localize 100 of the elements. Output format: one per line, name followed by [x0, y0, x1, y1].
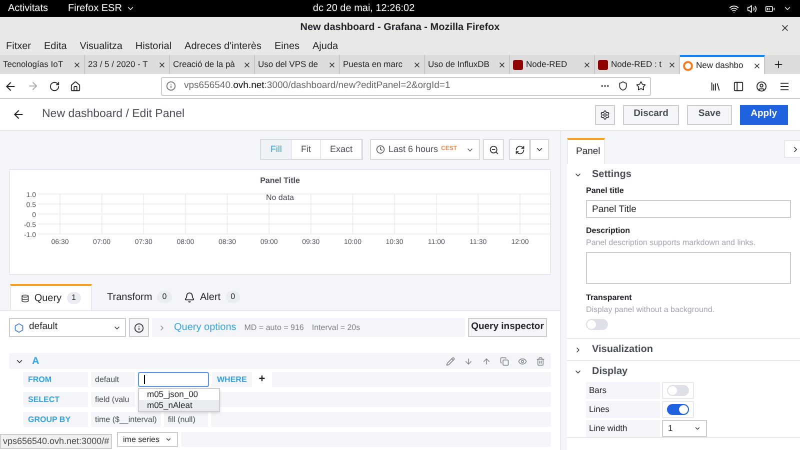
- duplicate-icon[interactable]: [500, 356, 509, 366]
- query-segment[interactable]: field (valu: [91, 392, 135, 407]
- query-segment[interactable]: fill (null): [164, 412, 208, 427]
- close-icon[interactable]: [780, 22, 790, 32]
- close-tab-icon[interactable]: [498, 60, 506, 68]
- menu-item[interactable]: Visualitza: [80, 39, 122, 54]
- close-tab-icon[interactable]: [668, 60, 676, 68]
- toggle-switch[interactable]: [586, 319, 608, 330]
- interval-text: Interval = 20s: [312, 322, 360, 334]
- menu-item[interactable]: Ajuda: [312, 39, 338, 54]
- database-icon: [21, 292, 30, 304]
- menu-icon[interactable]: [779, 80, 790, 92]
- add-condition-button[interactable]: +: [254, 371, 270, 388]
- field-label: Transparent: [586, 292, 633, 304]
- account-icon[interactable]: [756, 80, 767, 92]
- info-icon: [134, 322, 144, 332]
- close-tab-icon[interactable]: [243, 60, 251, 68]
- header-button[interactable]: Save: [687, 104, 732, 124]
- sidebar-icon[interactable]: [733, 80, 744, 92]
- option-label: Bars: [586, 382, 660, 399]
- library-icon[interactable]: [710, 80, 721, 92]
- panel-title-input[interactable]: Panel Title: [586, 200, 791, 218]
- caret-icon[interactable]: [783, 4, 792, 13]
- close-tab-icon[interactable]: [583, 60, 591, 68]
- suggestion-item[interactable]: m05_nAleat: [139, 400, 219, 411]
- refresh-button[interactable]: [509, 139, 530, 160]
- back-icon[interactable]: [4, 80, 17, 92]
- chevron-right-icon[interactable]: [158, 324, 166, 332]
- options-tab[interactable]: Panel: [567, 138, 605, 164]
- reload-icon[interactable]: [49, 80, 60, 92]
- caret-icon: [694, 425, 701, 432]
- edit-icon[interactable]: [446, 356, 455, 366]
- delete-icon[interactable]: [536, 356, 545, 366]
- description-input[interactable]: [586, 252, 791, 284]
- settings-button[interactable]: [594, 104, 615, 124]
- query-row-label: FROM: [23, 372, 88, 387]
- menu-item[interactable]: Historial: [135, 39, 172, 54]
- query-segment[interactable]: time ($__interval): [91, 412, 161, 427]
- close-tab-icon[interactable]: [753, 62, 761, 70]
- app-menu[interactable]: Firefox ESR: [68, 1, 135, 16]
- query-tab[interactable]: Alert 0: [174, 284, 256, 310]
- window-title: New dashboard - Grafana - Mozilla Firefox: [300, 21, 500, 35]
- toggle-switch[interactable]: [667, 404, 689, 415]
- section-header[interactable]: Display: [592, 364, 628, 379]
- close-tab-icon[interactable]: [73, 60, 81, 68]
- tab-favicon-icon: [513, 60, 523, 70]
- menu-item[interactable]: Eines: [274, 39, 300, 54]
- no-data-label: No data: [266, 193, 294, 202]
- url-field[interactable]: vps656540.ovh.net:3000/dashboard/new?editPanel=2&orgId=1: [161, 76, 651, 96]
- menu-item[interactable]: Fitxer: [6, 39, 31, 54]
- query-inspector-button[interactable]: Query inspector: [468, 318, 547, 337]
- section-header[interactable]: Settings: [592, 167, 632, 182]
- close-tab-icon[interactable]: [413, 60, 421, 68]
- section-header[interactable]: Visualization: [592, 342, 653, 357]
- move-down-icon[interactable]: [464, 356, 473, 366]
- size-mode-button[interactable]: Fit: [292, 140, 321, 159]
- caret-icon: [535, 145, 544, 154]
- close-tab-icon[interactable]: [158, 60, 166, 68]
- size-mode-button[interactable]: Exact: [320, 140, 362, 159]
- where-keyword: WHERE: [212, 372, 252, 387]
- bookmark-star-icon[interactable]: [636, 81, 646, 91]
- volume-icon[interactable]: [747, 4, 757, 14]
- settings-icon: [600, 110, 610, 120]
- battery-icon[interactable]: [765, 4, 775, 14]
- query-tab[interactable]: Query 1: [10, 284, 92, 310]
- query-row-label: GROUP BY: [23, 412, 88, 427]
- zoom-out-icon: [488, 144, 498, 154]
- activities-button[interactable]: Activitats: [8, 1, 48, 16]
- new-tab-icon[interactable]: [773, 59, 784, 70]
- caret-icon: [165, 436, 172, 443]
- eye-icon[interactable]: [518, 356, 527, 366]
- line-width-select[interactable]: 1: [662, 420, 707, 437]
- zoom-out-button[interactable]: [483, 139, 504, 160]
- tab-favicon-icon: [683, 60, 693, 70]
- field-label: Panel title: [586, 185, 625, 197]
- header-button[interactable]: Discard: [622, 104, 680, 124]
- tab-favicon-icon: [598, 60, 608, 70]
- browser-tab[interactable]: New dashbo: [680, 55, 765, 74]
- clock[interactable]: dc 20 de mai, 12:26:02: [312, 1, 415, 16]
- wifi-icon[interactable]: [729, 4, 739, 14]
- max-data-points: MD = auto = 916: [244, 322, 304, 334]
- refresh-icon: [514, 144, 524, 154]
- option-label: Lines: [586, 401, 660, 418]
- datasource-icon: [14, 322, 24, 332]
- menu-item[interactable]: Edita: [44, 39, 67, 54]
- format-select[interactable]: ime series: [117, 432, 178, 447]
- home-icon[interactable]: [70, 80, 81, 92]
- move-up-icon[interactable]: [482, 356, 491, 366]
- header-button[interactable]: Apply: [740, 104, 788, 124]
- back-icon[interactable]: [12, 108, 25, 121]
- info-icon[interactable]: [166, 81, 176, 91]
- datasource-picker[interactable]: default: [9, 318, 126, 337]
- close-tab-icon[interactable]: [328, 60, 336, 68]
- help-button[interactable]: [129, 318, 149, 337]
- query-segment[interactable]: default: [91, 372, 135, 387]
- chart-title: Panel Title: [260, 176, 300, 185]
- toggle-switch[interactable]: [667, 385, 689, 396]
- expand-icon[interactable]: [574, 346, 582, 354]
- suggestion-item[interactable]: m05_json_00: [139, 389, 219, 400]
- menu-item[interactable]: Adreces d'interès: [184, 39, 262, 54]
